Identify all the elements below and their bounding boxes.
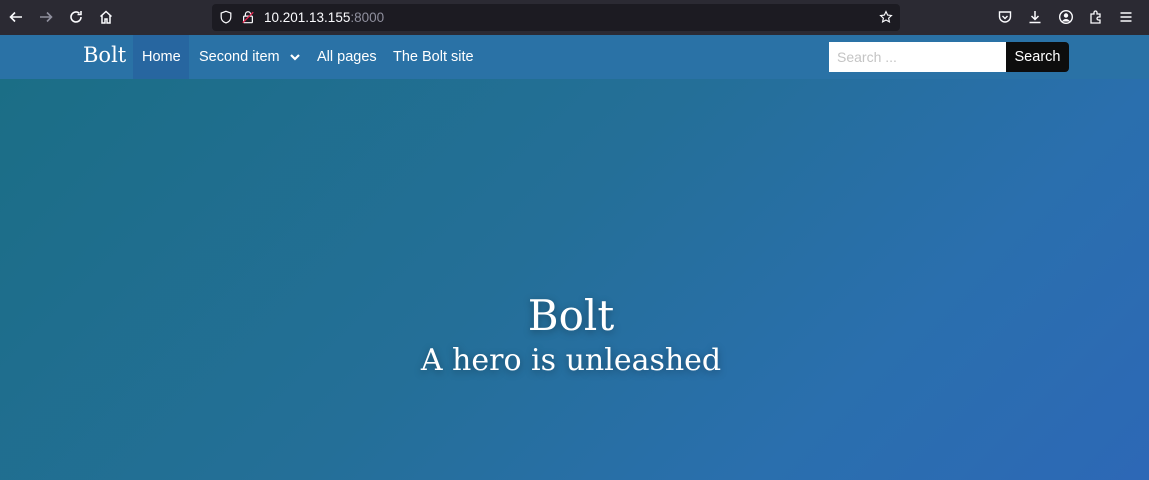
insecure-lock-icon[interactable] (240, 9, 256, 25)
back-icon[interactable] (4, 5, 28, 29)
forward-icon[interactable] (34, 5, 58, 29)
nav-item-label: All pages (317, 49, 377, 65)
nav-item-home[interactable]: Home (133, 35, 189, 79)
url-bar[interactable]: 10.201.13.155:8000 (212, 4, 900, 31)
bookmark-star-icon[interactable] (878, 9, 894, 25)
nav-item-label: Second item (199, 49, 280, 65)
extensions-icon[interactable] (1084, 5, 1108, 29)
hero-title: Bolt (527, 291, 615, 340)
pocket-icon[interactable] (993, 5, 1017, 29)
site-brand[interactable]: Bolt (83, 43, 126, 67)
nav-item-all-pages[interactable]: All pages (317, 35, 377, 79)
menu-icon[interactable] (1114, 5, 1138, 29)
nav-item-label: The Bolt site (393, 49, 474, 65)
reload-icon[interactable] (64, 5, 88, 29)
url-port: :8000 (350, 10, 385, 25)
chevron-down-icon (289, 51, 301, 63)
browser-toolbar: 10.201.13.155:8000 (0, 0, 1149, 35)
nav-item-label: Home (142, 49, 181, 65)
shield-icon[interactable] (218, 9, 234, 25)
home-icon[interactable] (94, 5, 118, 29)
url-text[interactable]: 10.201.13.155:8000 (264, 10, 384, 25)
search-button[interactable]: Search (1006, 42, 1069, 72)
account-icon[interactable] (1054, 5, 1078, 29)
nav-item-bolt-site[interactable]: The Bolt site (393, 35, 474, 79)
search-input[interactable] (829, 42, 1006, 72)
download-icon[interactable] (1023, 5, 1047, 29)
site-navbar: Bolt Home Second item All pages The Bolt… (0, 35, 1149, 79)
nav-item-second[interactable]: Second item (199, 35, 301, 79)
hero-section: Bolt A hero is unleashed (0, 79, 1149, 480)
url-host: 10.201.13.155 (264, 10, 351, 25)
hero-subtitle: A hero is unleashed (420, 343, 722, 378)
